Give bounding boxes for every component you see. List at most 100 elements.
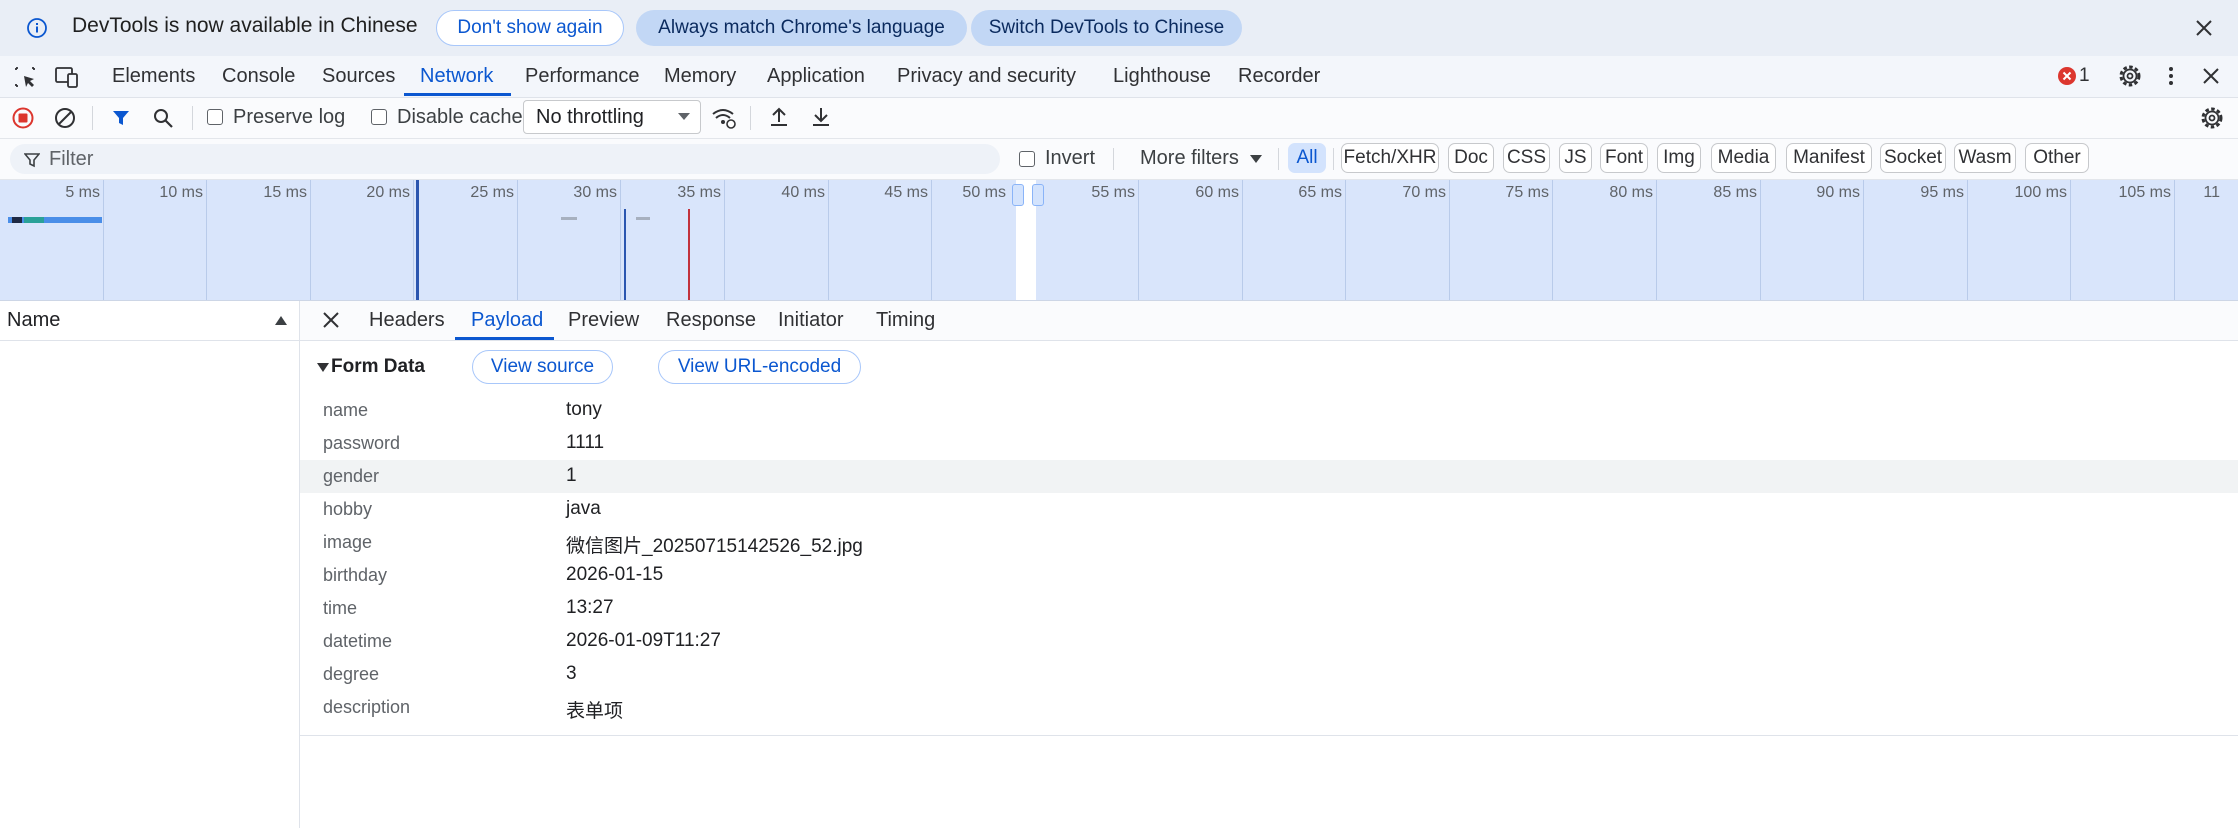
name-header-label: Name (7, 309, 61, 331)
tick-label: 25 ms (470, 184, 514, 201)
close-icon[interactable] (2194, 18, 2214, 38)
tab-lighthouse[interactable]: Lighthouse (1113, 65, 1211, 88)
more-options-icon[interactable] (2164, 64, 2178, 88)
collapse-triangle-icon[interactable] (317, 363, 329, 373)
settings-gear-icon[interactable] (2117, 63, 2143, 89)
request-timing-bar (636, 217, 650, 220)
type-filter-font[interactable]: Font (1600, 143, 1648, 173)
tick-label: 5 ms (65, 184, 100, 201)
type-filter-fetch-xhr[interactable]: Fetch/XHR (1341, 143, 1439, 173)
filter-placeholder: Filter (49, 148, 94, 170)
tab-privacy-security[interactable]: Privacy and security (897, 65, 1076, 88)
load-event-line (688, 209, 690, 300)
sort-ascending-icon[interactable] (275, 316, 287, 326)
stop-recording-icon[interactable] (12, 107, 34, 129)
form-data-value: tony (566, 399, 602, 420)
filter-input[interactable]: Filter (10, 144, 1000, 174)
search-icon[interactable] (152, 107, 174, 129)
tick-label: 85 ms (1713, 184, 1757, 201)
invert-label[interactable]: Invert (1045, 147, 1095, 170)
tab-elements[interactable]: Elements (112, 65, 195, 88)
disable-cache-label[interactable]: Disable cache (397, 106, 523, 129)
section-divider (300, 735, 2238, 736)
type-filter-other[interactable]: Other (2025, 143, 2089, 173)
form-data-value: 13:27 (566, 597, 614, 618)
selection-handle-left[interactable] (1012, 184, 1024, 206)
filter-icon (24, 153, 40, 168)
clear-icon[interactable] (54, 107, 76, 129)
switch-to-chinese-button[interactable]: Switch DevTools to Chinese (971, 10, 1242, 46)
preserve-log-checkbox[interactable] (207, 109, 223, 125)
import-har-icon[interactable] (768, 105, 790, 129)
form-data-key: datetime (323, 631, 393, 651)
type-filter-all[interactable]: All (1288, 143, 1326, 173)
tab-timing[interactable]: Timing (876, 309, 935, 332)
tab-preview[interactable]: Preview (568, 309, 639, 332)
preserve-log-label[interactable]: Preserve log (233, 106, 345, 129)
close-detail-icon[interactable] (322, 311, 340, 329)
tick-label: 65 ms (1298, 184, 1342, 201)
error-count[interactable]: 1 (2079, 65, 2090, 87)
tick-label: 80 ms (1609, 184, 1653, 201)
tab-initiator[interactable]: Initiator (778, 309, 844, 332)
name-column-header[interactable]: Name (0, 301, 299, 341)
tab-network[interactable]: Network (420, 65, 493, 88)
network-overview-timeline[interactable]: 5 ms 10 ms 15 ms 20 ms 25 ms 30 ms 35 ms… (0, 180, 2238, 301)
filter-funnel-icon[interactable] (111, 108, 131, 128)
active-detail-tab-indicator (455, 337, 554, 340)
dont-show-again-button[interactable]: Don't show again (436, 10, 624, 46)
tab-headers[interactable]: Headers (369, 309, 445, 332)
detail-tab-bar: Headers Payload Preview Response Initiat… (300, 301, 2238, 341)
tab-recorder[interactable]: Recorder (1238, 65, 1320, 88)
type-filter-doc[interactable]: Doc (1448, 143, 1494, 173)
tick-label: 40 ms (781, 184, 825, 201)
tick-label: 10 ms (159, 184, 203, 201)
network-settings-gear-icon[interactable] (2199, 105, 2225, 131)
tab-console[interactable]: Console (222, 65, 295, 88)
form-data-row: datetime 2026-01-09T11:27 (300, 625, 2238, 658)
form-data-key: image (323, 532, 373, 552)
devtools-tab-bar: Elements Console Sources Network Perform… (0, 56, 2238, 98)
chevron-down-icon (678, 113, 690, 120)
chevron-down-icon[interactable] (1250, 155, 1262, 164)
tab-payload[interactable]: Payload (471, 309, 543, 332)
view-url-encoded-button[interactable]: View URL-encoded (658, 350, 861, 384)
throttling-select[interactable]: No throttling (523, 100, 701, 134)
form-data-value: java (566, 498, 601, 519)
type-filter-img[interactable]: Img (1657, 143, 1701, 173)
type-filter-js[interactable]: JS (1559, 143, 1592, 173)
view-source-button[interactable]: View source (472, 350, 613, 384)
tab-response[interactable]: Response (666, 309, 756, 332)
inspect-element-icon[interactable] (13, 65, 37, 89)
error-icon[interactable] (2057, 66, 2077, 86)
type-filter-wasm[interactable]: Wasm (1954, 143, 2016, 173)
toolbar-divider (92, 106, 93, 130)
tick-label: 55 ms (1091, 184, 1135, 201)
tab-performance[interactable]: Performance (525, 65, 640, 88)
always-match-language-button[interactable]: Always match Chrome's language (636, 10, 967, 46)
invert-checkbox[interactable] (1019, 151, 1035, 167)
type-filter-media[interactable]: Media (1711, 143, 1776, 173)
device-toolbar-icon[interactable] (54, 65, 80, 89)
close-devtools-icon[interactable] (2202, 67, 2220, 85)
type-filter-socket[interactable]: Socket (1880, 143, 1946, 173)
tick-label: 30 ms (573, 184, 617, 201)
type-filter-css[interactable]: CSS (1503, 143, 1550, 173)
network-conditions-icon[interactable] (711, 106, 737, 130)
more-filters-button[interactable]: More filters (1140, 147, 1239, 170)
selection-handle-right[interactable] (1032, 184, 1044, 206)
form-data-title[interactable]: Form Data (331, 356, 425, 378)
tick-label: 105 ms (2118, 184, 2171, 201)
toolbar-divider (750, 106, 751, 130)
request-detail-pane: Headers Payload Preview Response Initiat… (300, 301, 2238, 828)
request-timing-bar (561, 217, 577, 220)
export-har-icon[interactable] (810, 105, 832, 129)
type-filter-manifest[interactable]: Manifest (1786, 143, 1872, 173)
tab-application[interactable]: Application (767, 65, 865, 88)
filter-bar: Filter Invert More filters All Fetch/XHR… (0, 139, 2238, 180)
disable-cache-checkbox[interactable] (371, 109, 387, 125)
tab-memory[interactable]: Memory (664, 65, 736, 88)
tick-label: 11 (2203, 184, 2220, 201)
tab-sources[interactable]: Sources (322, 65, 395, 88)
form-data-key: hobby (323, 499, 373, 519)
